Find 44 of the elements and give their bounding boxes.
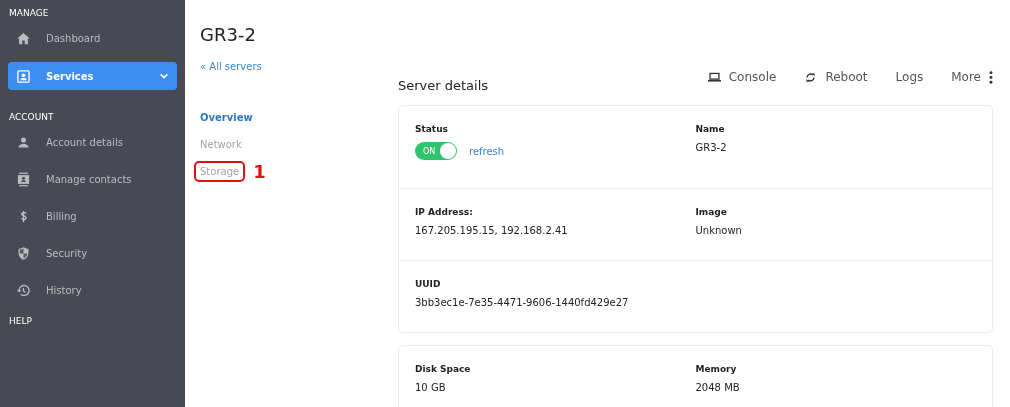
back-link[interactable]: « All servers (200, 61, 262, 72)
sidebar-item[interactable]: Manage contacts (8, 166, 177, 192)
section-title: MANAGE (8, 7, 50, 20)
field-value: GR3-2 (695, 142, 728, 153)
field-value: 10 GB (415, 382, 447, 393)
sidebar-item[interactable]: Services (8, 62, 177, 90)
field-label: Memory (695, 364, 738, 374)
section-title: Server details (398, 78, 489, 93)
field-label: Image (695, 207, 728, 217)
action-link[interactable]: Reboot (804, 70, 868, 84)
shield-icon (16, 245, 31, 261)
action-link[interactable]: Console (707, 70, 777, 84)
field-value: 3bb3ec1e-7e35-4471-9606-1440fd429e27 (415, 297, 630, 308)
field-value: 167.205.195.15, 192.168.2.41 (415, 225, 569, 236)
sidebar-item[interactable]: Dashboard (8, 25, 177, 51)
sidebar-item[interactable]: Security (8, 240, 177, 266)
refresh-link[interactable]: refresh (469, 145, 505, 157)
chevron-icon (159, 71, 169, 81)
contacts-icon (16, 171, 31, 187)
subnav-link[interactable]: Network (200, 137, 242, 152)
subnav-link[interactable]: Storage (194, 161, 246, 182)
subnav-link[interactable]: Overview (200, 110, 253, 125)
section-title: HELP (8, 315, 33, 328)
annotation-number: 1 (253, 161, 266, 182)
sidebar-item[interactable]: History (8, 277, 177, 303)
field-value: Unknown (695, 225, 743, 236)
section-title: ACCOUNT (8, 111, 55, 124)
field-label: Name (695, 124, 726, 134)
sidebar-item[interactable]: Billing (8, 203, 177, 229)
sidebar-item[interactable]: Account details (8, 129, 177, 155)
field-label: Status (415, 124, 449, 134)
more-icon (989, 70, 993, 84)
id-card-icon (16, 68, 31, 84)
field-value: 2048 MB (695, 382, 741, 393)
field-label: IP Address: (415, 207, 474, 217)
page-title: GR3-2 (200, 24, 257, 45)
action-link[interactable]: More (951, 70, 993, 84)
history-icon (16, 282, 31, 298)
action-link[interactable]: Logs (895, 70, 924, 84)
home-icon (16, 30, 31, 46)
field-label: Disk Space (415, 364, 472, 374)
field-label: UUID (415, 279, 442, 289)
refresh-icon (804, 71, 818, 83)
laptop-icon (707, 71, 721, 83)
